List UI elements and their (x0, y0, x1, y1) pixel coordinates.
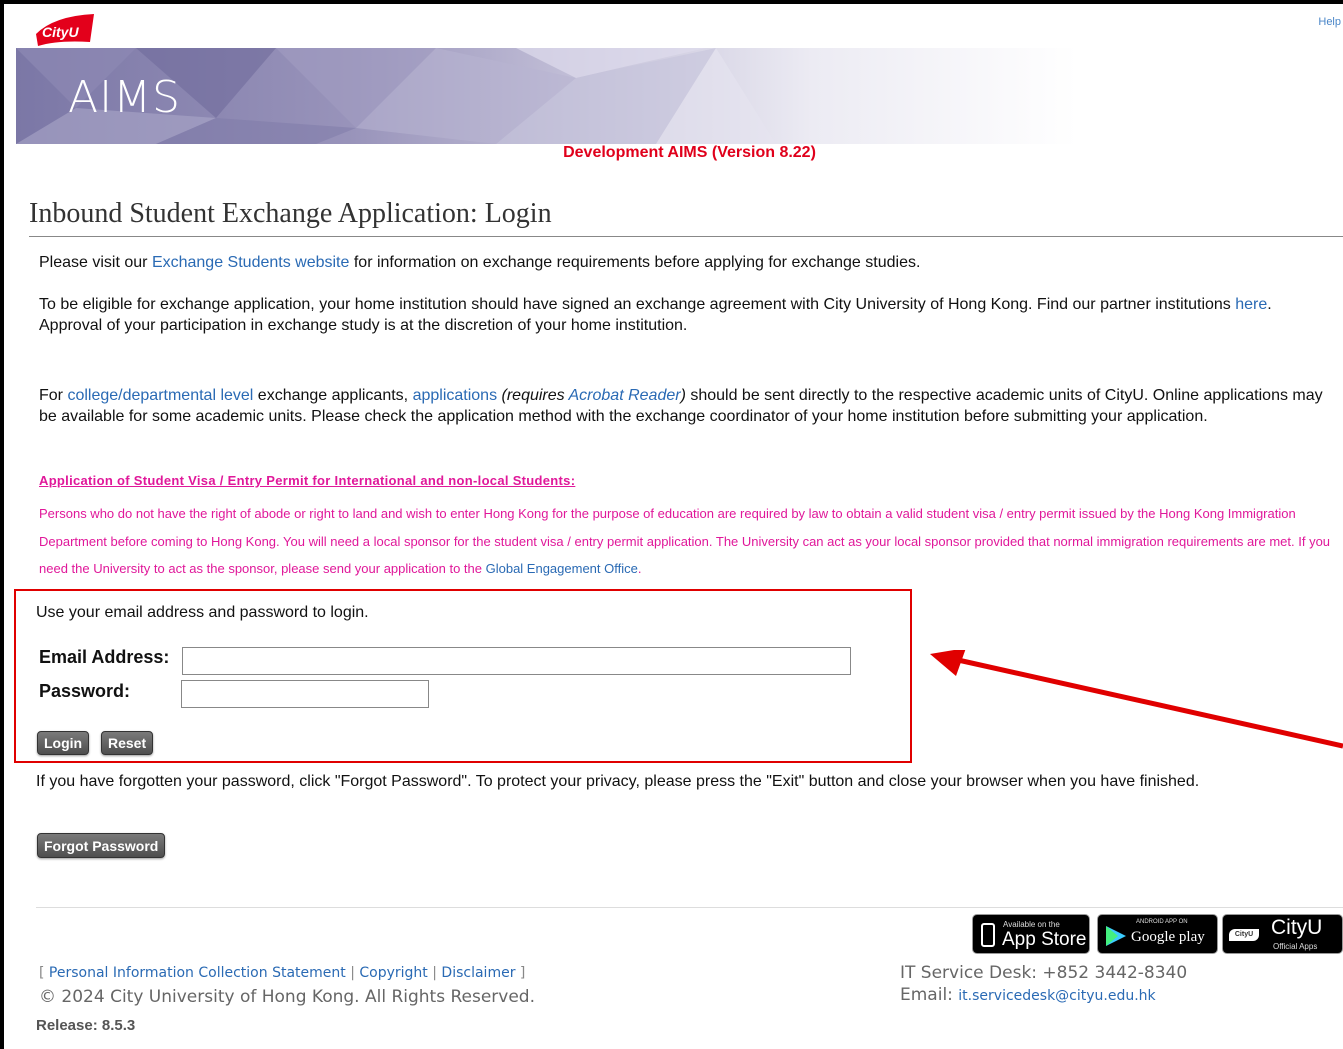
visa-notice: Persons who do not have the right of abo… (39, 500, 1339, 583)
applications-link[interactable]: applications (413, 387, 498, 404)
intro-text: for information on exchange requirements… (349, 254, 921, 271)
official-apps-text: Official Apps (1273, 942, 1318, 951)
student-visa-heading-link[interactable]: Application of Student Visa / Entry Perm… (39, 473, 575, 488)
banner-title: AIMS (68, 72, 181, 123)
personal-info-statement-link[interactable]: Personal Information Collection Statemen… (49, 965, 346, 981)
copyright-text: © 2024 City University of Hong Kong. All… (39, 987, 536, 1007)
departmental-level-link[interactable]: college/departmental level (67, 387, 253, 404)
intro-paragraph-3: For college/departmental level exchange … (39, 385, 1324, 427)
email-label: Email Address: (39, 647, 170, 667)
intro-text: (requires (497, 387, 569, 404)
cityu-apps-badge[interactable]: CityU CityU Official Apps (1222, 914, 1343, 954)
acrobat-note: (requires Acrobat Reader) (497, 387, 686, 404)
login-instructions: Use your email address and password to l… (36, 604, 369, 621)
bracket: [ (39, 965, 49, 981)
password-label: Password: (39, 681, 131, 701)
google-play-small-text: ANDROID APP ON (1136, 919, 1188, 925)
aims-banner: AIMS (16, 48, 1343, 144)
footer-links: [ Personal Information Collection Statem… (39, 965, 525, 981)
footer-divider (36, 907, 1343, 908)
phone-icon (981, 923, 995, 947)
title-divider (29, 236, 1343, 237)
banner-pattern (16, 48, 776, 144)
help-link[interactable]: Help (1318, 16, 1341, 28)
email-label-text: Email: (900, 985, 959, 1005)
partner-institutions-link[interactable]: here (1235, 296, 1267, 313)
separator: | (345, 965, 360, 981)
visa-text: . (637, 561, 642, 576)
separator: | (427, 965, 442, 981)
intro-text: To be eligible for exchange application,… (39, 296, 1236, 313)
password-input[interactable] (181, 680, 429, 708)
cityu-apps-text: CityU (1271, 916, 1323, 939)
reset-button[interactable]: Reset (101, 731, 154, 755)
global-engagement-office-link[interactable]: Global Engagement Office (486, 561, 638, 576)
logo-text: CityU (42, 24, 79, 40)
dev-version-notice: Development AIMS (Version 8.22) (563, 144, 816, 161)
intro-paragraph-1: Please visit our Exchange Students websi… (39, 252, 1339, 273)
google-play-text: Google play (1131, 929, 1205, 945)
app-store-text: App Store (1002, 929, 1087, 950)
exchange-students-website-link[interactable]: Exchange Students website (152, 254, 349, 271)
forgot-password-instructions: If you have forgotten your password, cli… (36, 773, 1200, 790)
app-store-badge[interactable]: Available on the App Store (972, 914, 1090, 954)
app-store-small-text: Available on the (1003, 920, 1060, 929)
cityu-logo[interactable]: CityU (34, 12, 96, 46)
cityu-small-logo: CityU (1229, 929, 1259, 941)
forgot-password-button[interactable]: Forgot Password (37, 833, 166, 858)
page-title: Inbound Student Exchange Application: Lo… (29, 198, 552, 229)
service-desk-email: Email: it.servicedesk@cityu.edu.hk (900, 985, 1156, 1005)
intro-text: Please visit our (39, 254, 152, 271)
bracket: ] (515, 965, 526, 981)
play-icon (1106, 926, 1126, 946)
intro-text: For (39, 387, 68, 404)
intro-paragraph-2: To be eligible for exchange application,… (39, 294, 1335, 336)
disclaimer-link[interactable]: Disclaimer (441, 965, 515, 981)
red-arrow-annotation (930, 650, 1343, 749)
acrobat-reader-link[interactable]: Acrobat Reader (569, 387, 681, 404)
visa-text: Persons who do not have the right of abo… (39, 506, 1331, 576)
it-service-desk: IT Service Desk: +852 3442-8340 (900, 963, 1188, 983)
intro-text: exchange applicants, (253, 387, 413, 404)
copyright-link[interactable]: Copyright (359, 965, 427, 981)
google-play-badge[interactable]: ANDROID APP ON Google play (1097, 914, 1218, 954)
service-desk-email-link[interactable]: it.servicedesk@cityu.edu.hk (958, 988, 1155, 1004)
release-version: Release: 8.5.3 (36, 1017, 136, 1034)
email-input[interactable] (182, 647, 851, 675)
login-button[interactable]: Login (37, 731, 90, 755)
